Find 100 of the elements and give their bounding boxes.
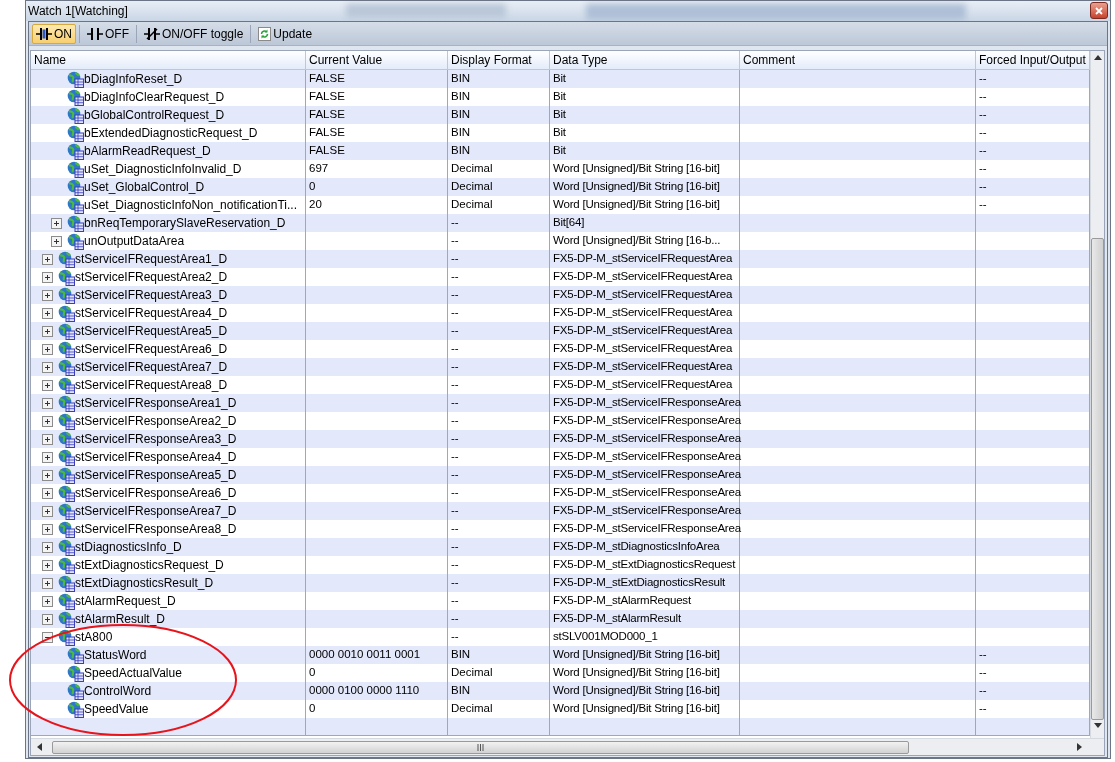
table-cell: --: [451, 504, 459, 516]
table-cell: FX5-DP-M_stServiceIFResponseArea: [553, 504, 741, 516]
table-cell: FALSE: [309, 90, 345, 102]
column-header[interactable]: Comment: [743, 53, 795, 67]
table-cell: --: [451, 540, 459, 552]
horizontal-scrollbar[interactable]: [31, 738, 1104, 755]
variable-name: stServiceIFRequestArea1_D: [75, 251, 228, 268]
expand-toggle[interactable]: [41, 432, 54, 446]
table-cell: Word [Unsigned]/Bit String [16-bit]: [553, 684, 720, 696]
variable-name: stExtDiagnosticsRequest_D: [75, 557, 224, 574]
expand-toggle[interactable]: [41, 342, 54, 356]
expand-toggle[interactable]: [41, 252, 54, 266]
table-cell: BIN: [451, 126, 471, 138]
expand-toggle[interactable]: [41, 324, 54, 338]
table-cell: FALSE: [309, 72, 345, 84]
variable-name: stServiceIFRequestArea7_D: [75, 359, 228, 376]
table-cell: FX5-DP-M_stServiceIFRequestArea: [553, 288, 733, 300]
table-cell: Decimal: [451, 702, 493, 714]
expand-toggle[interactable]: [41, 414, 54, 428]
table-cell: Word [Unsigned]/Bit String [16-bit]: [553, 180, 720, 192]
expand-toggle[interactable]: [41, 396, 54, 410]
collapse-toggle[interactable]: [41, 630, 54, 644]
variable-name: stServiceIFResponseArea7_D: [75, 503, 237, 520]
table-cell: Bit: [553, 108, 566, 120]
table-cell: 0000 0100 0000 1110: [309, 684, 420, 696]
table-cell: FX5-DP-M_stServiceIFResponseArea: [553, 522, 741, 534]
expand-toggle[interactable]: [41, 540, 54, 554]
variable-name: ControlWord: [84, 683, 152, 700]
scroll-left-icon[interactable]: [37, 743, 42, 751]
table-cell: Word [Unsigned]/Bit String [16-bit]: [553, 666, 720, 678]
table-cell: Word [Unsigned]/Bit String [16-b...: [553, 234, 721, 246]
expand-toggle[interactable]: [41, 486, 54, 500]
toolbar-button[interactable]: ON/OFF toggle: [140, 23, 248, 44]
table-cell: --: [451, 486, 459, 498]
expand-toggle[interactable]: [41, 270, 54, 284]
variable-name: stServiceIFRequestArea6_D: [75, 341, 228, 358]
close-button[interactable]: [1090, 2, 1108, 19]
expand-toggle[interactable]: [41, 360, 54, 374]
variable-name: stServiceIFResponseArea8_D: [75, 521, 237, 538]
variable-name: stA800: [75, 629, 113, 646]
table-cell: --: [451, 234, 459, 246]
vertical-scrollbar[interactable]: [1090, 51, 1104, 738]
variable-name: StatusWord: [84, 647, 147, 664]
table-cell: --: [451, 414, 459, 426]
table-cell: --: [979, 684, 987, 696]
toolbar-button[interactable]: Update: [254, 23, 317, 44]
table-cell: FX5-DP-M_stServiceIFResponseArea: [553, 468, 741, 480]
table-cell: 697: [309, 162, 329, 174]
variable-name: stServiceIFResponseArea4_D: [75, 449, 237, 466]
table-cell: FALSE: [309, 108, 345, 120]
toolbar-button[interactable]: OFF: [83, 23, 133, 44]
refresh-icon: [258, 26, 272, 41]
expand-toggle[interactable]: [41, 576, 54, 590]
table-cell: Word [Unsigned]/Bit String [16-bit]: [553, 702, 720, 714]
variable-name: SpeedValue: [84, 701, 149, 718]
expand-toggle[interactable]: [41, 612, 54, 626]
expand-toggle[interactable]: [41, 306, 54, 320]
table-cell: --: [979, 144, 987, 156]
scroll-up-icon[interactable]: [1093, 55, 1102, 60]
table-cell: FX5-DP-M_stAlarmRequest: [553, 594, 691, 606]
variable-name: stServiceIFResponseArea6_D: [75, 485, 237, 502]
scroll-down-icon[interactable]: [1093, 723, 1102, 728]
expand-toggle[interactable]: [41, 522, 54, 536]
table-cell: 0: [309, 702, 316, 714]
column-header[interactable]: Name: [34, 53, 66, 67]
table-cell: Decimal: [451, 198, 493, 210]
table-cell: --: [979, 648, 987, 660]
variable-name: bGlobalControlRequest_D: [84, 107, 225, 124]
table-cell: FX5-DP-M_stServiceIFResponseArea: [553, 414, 741, 426]
table-cell: FX5-DP-M_stExtDiagnosticsRequest: [553, 558, 736, 570]
table-cell: FX5-DP-M_stServiceIFRequestArea: [553, 378, 733, 390]
table-cell: BIN: [451, 648, 471, 660]
table-cell: FX5-DP-M_stServiceIFRequestArea: [553, 252, 733, 264]
expand-toggle[interactable]: [41, 558, 54, 572]
expand-toggle[interactable]: [50, 216, 63, 230]
scroll-right-icon[interactable]: [1077, 743, 1082, 751]
table-cell: --: [451, 630, 459, 642]
table-cell: --: [451, 306, 459, 318]
table-cell: BIN: [451, 108, 471, 120]
expand-toggle[interactable]: [41, 504, 54, 518]
toolbar-button[interactable]: ON: [32, 23, 76, 44]
expand-toggle[interactable]: [50, 234, 63, 248]
table-cell: --: [451, 342, 459, 354]
expand-toggle[interactable]: [41, 450, 54, 464]
expand-toggle[interactable]: [41, 468, 54, 482]
table-cell: --: [979, 702, 987, 714]
variable-name: bAlarmReadRequest_D: [84, 143, 211, 160]
table-cell: --: [451, 324, 459, 336]
table-cell: Bit[64]: [553, 216, 585, 228]
table-cell: BIN: [451, 72, 471, 84]
table-cell: Decimal: [451, 162, 493, 174]
expand-toggle[interactable]: [41, 288, 54, 302]
table-cell: Word [Unsigned]/Bit String [16-bit]: [553, 648, 720, 660]
table-cell: FX5-DP-M_stServiceIFRequestArea: [553, 342, 733, 354]
variable-name: stServiceIFResponseArea3_D: [75, 431, 237, 448]
expand-toggle[interactable]: [41, 378, 54, 392]
expand-toggle[interactable]: [41, 594, 54, 608]
table-cell: BIN: [451, 144, 471, 156]
variable-name: stServiceIFRequestArea3_D: [75, 287, 228, 304]
table-cell: Bit: [553, 126, 566, 138]
